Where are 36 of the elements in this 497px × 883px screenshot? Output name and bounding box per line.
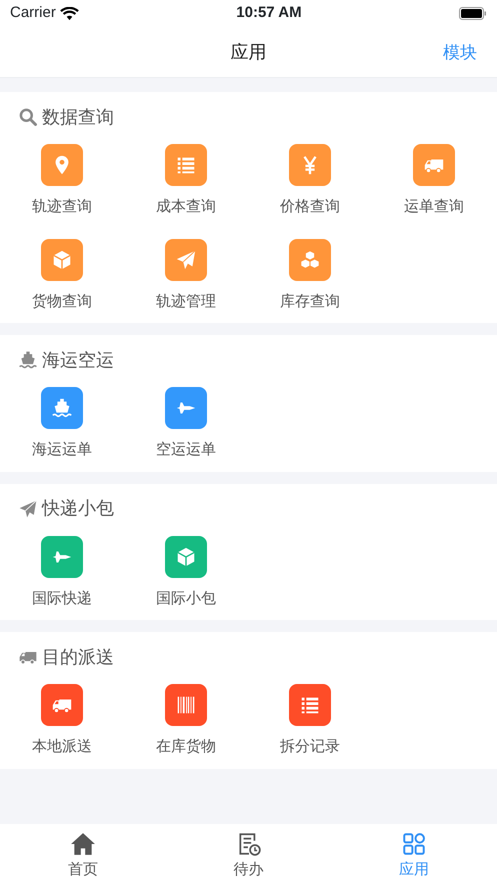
app-tile[interactable]: 库存查询 [248,232,372,313]
ship-icon [51,397,73,419]
app-tile[interactable]: 本地派送 [0,678,124,758]
app-tile[interactable]: 空运运单 [124,381,248,462]
section-title: 数据查询 [42,106,114,128]
app-tile[interactable]: 价格查询 [248,138,372,218]
paper-plane-icon [18,498,38,518]
battery-icon [459,7,487,20]
app-tile[interactable]: 运单查询 [372,138,496,218]
tab-bar-item[interactable]: 待办 [166,824,332,883]
wifi-icon [60,6,79,20]
tab-bar-item[interactable]: 首页 [0,824,166,883]
clock-time: 10:57 AM [236,3,302,24]
grid-icon [401,831,428,857]
page-title: 应用 [230,40,266,64]
app-tile[interactable]: 国际快递 [0,530,124,610]
section-title: 快递小包 [42,497,114,520]
barcode-icon [175,694,197,716]
app-tile[interactable]: 海运运单 [0,381,124,462]
app-tile[interactable]: 在库货物 [124,678,248,758]
section-title: 目的派送 [42,646,114,668]
ship-icon [18,350,38,370]
box-icon [51,248,73,270]
carrier-name: Carrier [10,3,56,24]
box-icon [175,546,197,568]
paper-plane-icon [175,248,197,270]
app-tile[interactable]: 轨迹查询 [0,138,124,218]
home-icon [70,831,96,857]
app-tile[interactable]: 成本查询 [124,138,248,218]
app-tile[interactable]: 拆分记录 [248,678,372,758]
app-tile[interactable]: 国际小包 [124,530,248,610]
app-tile[interactable]: 轨迹管理 [124,232,248,313]
section-title: 海运空运 [42,348,114,372]
boxes-icon [299,248,321,270]
app-tile[interactable]: 货物查询 [0,232,124,313]
search-icon [18,107,38,127]
